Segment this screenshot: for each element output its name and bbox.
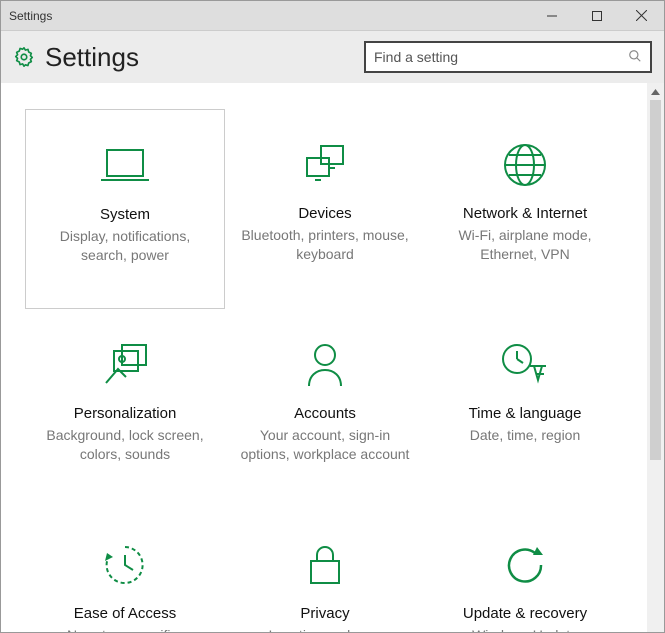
tile-desc: Wi-Fi, airplane mode, Ethernet, VPN	[437, 226, 613, 264]
tile-desc: Narrator, magnifier	[67, 626, 183, 632]
lock-icon	[307, 537, 343, 593]
person-icon	[305, 337, 345, 393]
personalization-icon	[100, 337, 150, 393]
scroll-up-icon[interactable]	[647, 83, 664, 100]
tile-title: System	[100, 206, 150, 223]
tile-title: Devices	[298, 205, 351, 222]
search-icon	[628, 49, 642, 66]
globe-icon	[502, 137, 548, 193]
tile-ease-of-access[interactable]: Ease of Access Narrator, magnifier	[25, 509, 225, 632]
page-title: Settings	[45, 42, 354, 73]
tile-title: Network & Internet	[463, 205, 587, 222]
tile-title: Privacy	[300, 605, 349, 622]
devices-icon	[301, 137, 349, 193]
tile-network[interactable]: Network & Internet Wi-Fi, airplane mode,…	[425, 109, 625, 309]
tile-desc: Background, lock screen, colors, sounds	[37, 426, 213, 464]
tile-desc: Bluetooth, printers, mouse, keyboard	[237, 226, 413, 264]
laptop-icon	[99, 138, 151, 194]
close-button[interactable]	[619, 1, 664, 31]
maximize-button[interactable]	[574, 1, 619, 31]
search-input[interactable]	[374, 49, 628, 65]
tile-privacy[interactable]: Privacy Location, webcam	[225, 509, 425, 632]
minimize-button[interactable]	[529, 1, 574, 31]
window-title: Settings	[9, 9, 529, 23]
tile-desc: Date, time, region	[470, 426, 581, 445]
scrollbar-thumb[interactable]	[650, 100, 661, 460]
tile-update-recovery[interactable]: Update & recovery Windows Update	[425, 509, 625, 632]
tile-title: Personalization	[74, 405, 177, 422]
search-box[interactable]	[364, 41, 652, 73]
tile-devices[interactable]: Devices Bluetooth, printers, mouse, keyb…	[225, 109, 425, 309]
tile-desc: Your account, sign-in options, workplace…	[237, 426, 413, 464]
tile-desc: Display, notifications, search, power	[38, 227, 212, 265]
tile-personalization[interactable]: Personalization Background, lock screen,…	[25, 309, 225, 509]
tile-desc: Location, webcam	[269, 626, 382, 632]
tile-title: Time & language	[469, 405, 582, 422]
tile-desc: Windows Update	[472, 626, 578, 632]
gear-icon	[13, 46, 35, 68]
titlebar[interactable]: Settings	[1, 1, 664, 31]
ease-icon	[103, 537, 147, 593]
tile-title: Accounts	[294, 405, 356, 422]
refresh-icon	[503, 537, 547, 593]
tile-accounts[interactable]: Accounts Your account, sign-in options, …	[225, 309, 425, 509]
clock-language-icon	[500, 337, 550, 393]
tile-time-language[interactable]: Time & language Date, time, region	[425, 309, 625, 509]
tile-title: Ease of Access	[74, 605, 177, 622]
content: System Display, notifications, search, p…	[1, 83, 647, 632]
scrollbar[interactable]	[647, 83, 664, 632]
header: Settings	[1, 31, 664, 83]
tile-system[interactable]: System Display, notifications, search, p…	[25, 109, 225, 309]
tile-title: Update & recovery	[463, 605, 587, 622]
